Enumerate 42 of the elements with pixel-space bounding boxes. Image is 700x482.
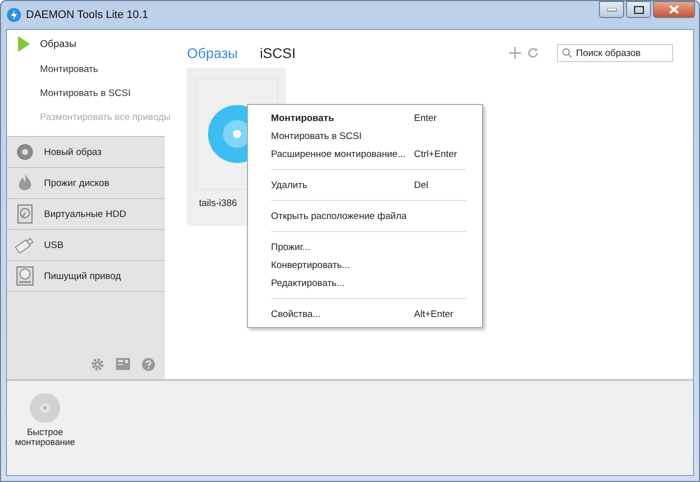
hard-drive-icon <box>17 204 33 224</box>
sidebar-section[interactable]: Виртуальные HDD <box>7 198 165 229</box>
tab[interactable]: Образы <box>187 45 238 61</box>
sidebar-section[interactable]: Прожиг дисков <box>7 167 165 198</box>
section-label: Пишущий привод <box>44 270 121 282</box>
add-icon[interactable] <box>509 47 521 59</box>
section-label: USB <box>44 240 64 250</box>
sidebar-section[interactable]: Новый образ <box>7 136 165 167</box>
disc-drive-icon <box>16 266 34 286</box>
sidebar-section[interactable]: Пишущий привод <box>7 260 165 292</box>
menu-item[interactable]: Редактировать... <box>248 274 482 292</box>
flame-icon <box>16 173 34 193</box>
image-name: tails-i386 <box>198 197 238 209</box>
sidebar-header[interactable]: Образы <box>7 36 76 58</box>
search-field[interactable]: Поиск образов <box>557 44 673 62</box>
sidebar-action[interactable]: Монтировать в SCSI <box>7 82 131 106</box>
menu-item[interactable]: Прожиг... <box>248 238 482 256</box>
section-label: Новый образ <box>44 146 102 158</box>
section-label: Виртуальные HDD <box>44 208 126 220</box>
close-icon <box>669 5 679 14</box>
minimize-icon <box>606 8 616 12</box>
maximize-icon <box>634 6 644 14</box>
app-logo-icon <box>7 8 21 22</box>
play-icon <box>17 36 31 52</box>
close-button[interactable] <box>653 1 695 18</box>
window-title: DAEMON Tools Lite 10.1 <box>26 9 150 21</box>
usb-stick-icon <box>15 236 35 254</box>
menu-item[interactable]: Свойства... Alt+Enter <box>248 305 482 323</box>
disc-icon <box>16 143 34 161</box>
section-label: Прожиг дисков <box>44 178 110 188</box>
maximize-button[interactable] <box>626 1 651 18</box>
layout-icon[interactable] <box>116 358 130 370</box>
refresh-icon[interactable] <box>527 47 539 59</box>
quick-mount-button[interactable]: Быстрое монтирование <box>13 393 77 475</box>
disc-icon <box>30 393 60 423</box>
menu-item[interactable]: Конвертировать... <box>248 256 482 274</box>
help-icon[interactable] <box>142 358 155 371</box>
minimize-button[interactable] <box>599 1 624 18</box>
tab[interactable]: iSCSI <box>260 45 296 61</box>
settings-icon[interactable] <box>91 358 104 371</box>
sidebar-action[interactable]: Монтировать <box>7 58 98 82</box>
sidebar-section[interactable]: USB <box>7 229 165 260</box>
